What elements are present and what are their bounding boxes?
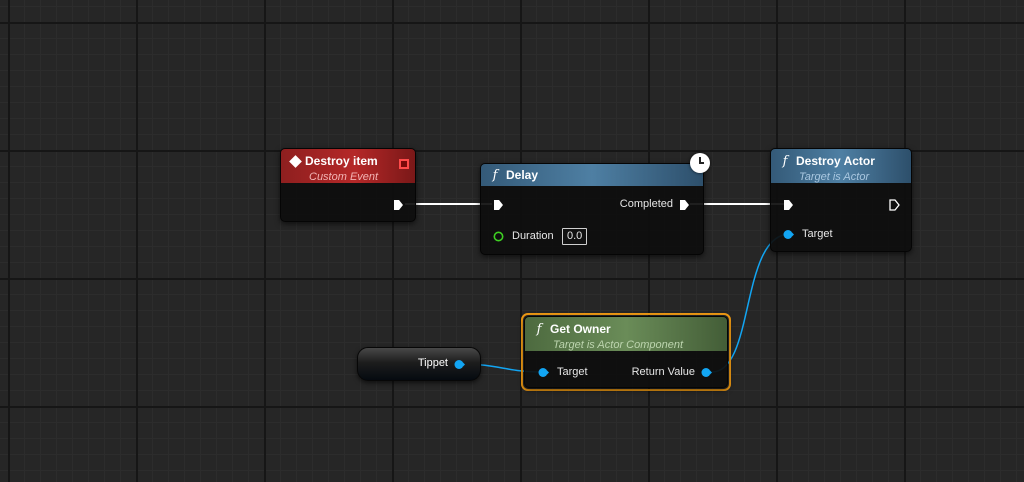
node-title: Destroy item <box>305 154 378 168</box>
exec-out-pin[interactable] <box>889 199 900 211</box>
function-icon: f <box>782 153 788 169</box>
return-value-object-pin[interactable] <box>701 367 712 378</box>
node-subtitle: Target is Actor Component <box>553 339 684 351</box>
duration-label: Duration <box>512 230 554 242</box>
variable-label: Tippet <box>417 357 448 369</box>
exec-in-pin[interactable] <box>493 199 504 211</box>
delay-header: f Delay <box>481 164 703 186</box>
target-object-pin[interactable] <box>783 229 794 240</box>
completed-label: Completed <box>619 198 673 210</box>
target-object-pin[interactable] <box>538 367 549 378</box>
clock-icon <box>690 153 710 173</box>
target-label: Target <box>557 366 588 378</box>
node-title: Destroy Actor <box>796 154 875 168</box>
return-value-label: Return Value <box>631 366 695 378</box>
exec-out-pin[interactable] <box>393 199 404 211</box>
completed-exec-pin[interactable] <box>679 199 690 211</box>
delay-node[interactable]: f Delay Completed Duration 0.0 <box>480 163 704 255</box>
delegate-pin-icon[interactable] <box>399 159 409 169</box>
custom-event-node[interactable]: Destroy item Custom Event <box>280 148 416 222</box>
destroy-actor-header: f Destroy Actor Target is Actor <box>771 149 911 183</box>
node-title: Get Owner <box>550 322 611 336</box>
destroy-actor-node[interactable]: f Destroy Actor Target is Actor Target <box>770 148 912 252</box>
tippet-variable-node[interactable]: Tippet <box>357 347 481 381</box>
function-icon: f <box>536 321 542 337</box>
get-owner-node[interactable]: f Get Owner Target is Actor Component Ta… <box>524 316 728 388</box>
exec-in-pin[interactable] <box>783 199 794 211</box>
node-subtitle: Target is Actor <box>799 171 870 183</box>
get-owner-header: f Get Owner Target is Actor Component <box>525 317 727 351</box>
variable-object-pin[interactable] <box>454 359 465 370</box>
event-diamond-icon <box>289 154 302 168</box>
target-label: Target <box>802 228 833 240</box>
custom-event-header: Destroy item Custom Event <box>281 149 415 183</box>
duration-value-input[interactable]: 0.0 <box>562 228 588 245</box>
node-title: Delay <box>506 168 539 182</box>
node-subtitle: Custom Event <box>309 171 379 183</box>
function-icon: f <box>492 167 498 183</box>
duration-float-pin[interactable] <box>493 231 504 242</box>
